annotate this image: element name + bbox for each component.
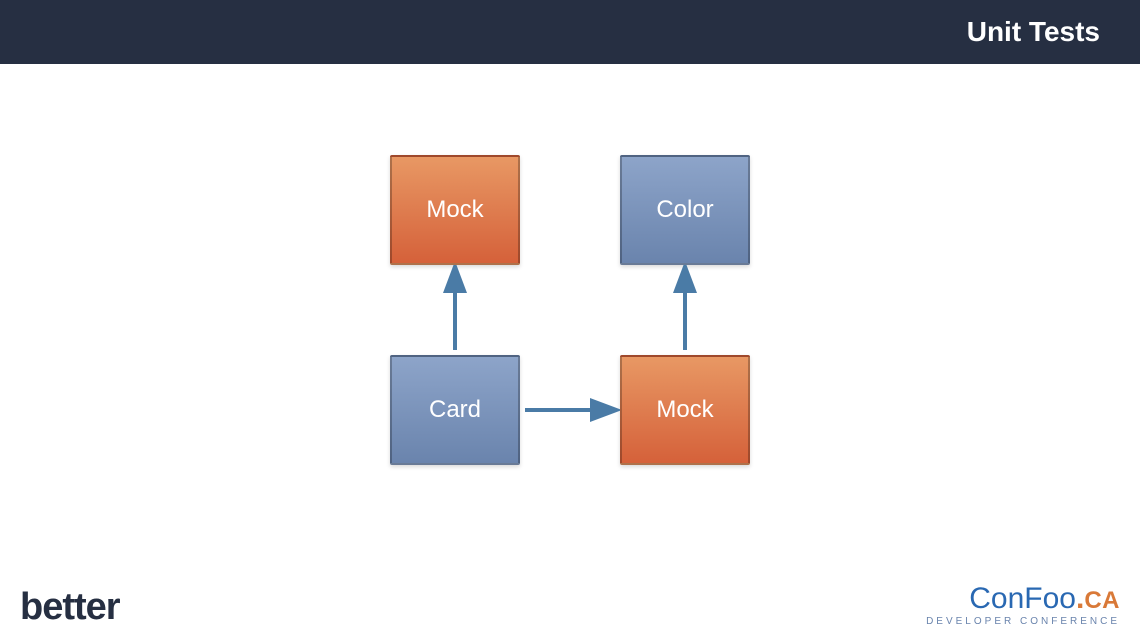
box-label: Card [429, 396, 481, 424]
box-label: Color [656, 196, 713, 224]
confoo-logo-text: ConFoo.CA [926, 584, 1120, 614]
footer-left-logo: better [20, 586, 120, 629]
diagram-box-mock-bottom: Mock [620, 355, 750, 465]
confoo-part-foo: Foo [1024, 582, 1076, 615]
diagram-box-mock-top: Mock [390, 155, 520, 265]
diagram: Mock Color Card Mock [390, 155, 770, 475]
confoo-part-con: Con [969, 582, 1024, 615]
slide-header: Unit Tests [0, 0, 1140, 64]
slide-title: Unit Tests [967, 16, 1100, 48]
arrow-up-left [440, 265, 470, 355]
confoo-subtitle: DEVELOPER CONFERENCE [926, 616, 1120, 627]
arrow-up-right [670, 265, 700, 355]
box-label: Mock [426, 196, 483, 224]
diagram-box-color: Color [620, 155, 750, 265]
better-logo-text: better [20, 586, 120, 629]
diagram-box-card: Card [390, 355, 520, 465]
box-label: Mock [656, 396, 713, 424]
arrow-right [520, 395, 620, 425]
footer-right-logo: ConFoo.CA DEVELOPER CONFERENCE [926, 584, 1120, 627]
confoo-part-ca: CA [1084, 587, 1120, 614]
